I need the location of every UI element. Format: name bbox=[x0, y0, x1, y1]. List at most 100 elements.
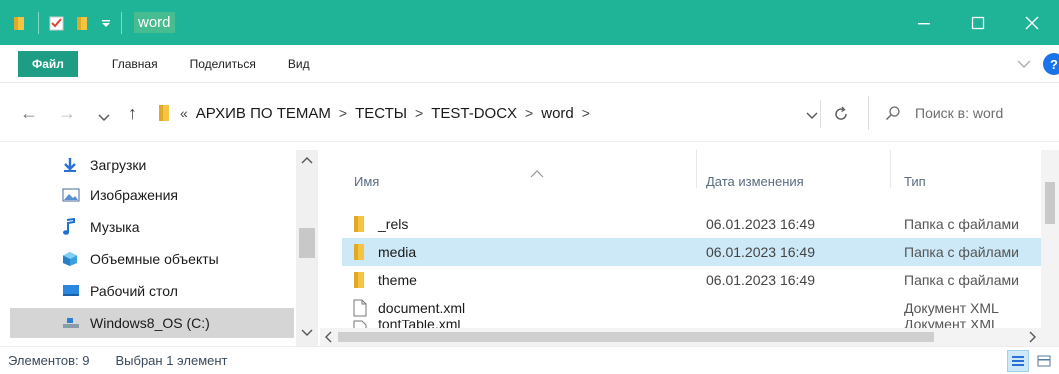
file-list-horizontal-scroll-thumb[interactable] bbox=[338, 332, 934, 342]
recent-locations-chevron-icon[interactable] bbox=[98, 106, 110, 127]
file-list-vertical-scrollbar[interactable] bbox=[1041, 150, 1059, 328]
file-date: 06.01.2023 16:49 bbox=[706, 244, 815, 260]
breadcrumb-chevron-icon[interactable]: > bbox=[415, 105, 423, 121]
view-toggle bbox=[1003, 350, 1055, 372]
file-type: Документ XML bbox=[904, 300, 999, 316]
nav-item-3d-objects[interactable]: Объемные объекты bbox=[62, 244, 219, 274]
nav-item-windows-drive[interactable]: Windows8_OS (C:) bbox=[10, 308, 294, 338]
3d-cube-icon bbox=[62, 251, 82, 267]
expand-ribbon-icon[interactable] bbox=[1017, 56, 1031, 72]
properties-checkbox-icon[interactable] bbox=[49, 15, 65, 31]
breadcrumb-chevron-icon[interactable]: > bbox=[582, 105, 590, 121]
address-folder-icon bbox=[158, 104, 172, 122]
address-bar[interactable]: « АРХИВ ПО ТЕМАМ > ТЕСТЫ > TEST-DOCX > w… bbox=[158, 96, 848, 130]
column-header-date[interactable]: Дата изменения bbox=[706, 174, 804, 189]
tab-home[interactable]: Главная bbox=[96, 45, 174, 83]
file-list-vertical-scroll-thumb[interactable] bbox=[1045, 182, 1055, 224]
file-row[interactable]: _rels 06.01.2023 16:49 Папка с файлами bbox=[342, 210, 1057, 238]
file-row[interactable]: document.xml Документ XML bbox=[342, 294, 1057, 322]
file-type: Папка с файлами bbox=[904, 216, 1019, 232]
large-icons-view-button[interactable] bbox=[1033, 350, 1055, 372]
file-row[interactable]: theme 06.01.2023 16:49 Папка с файлами bbox=[342, 266, 1057, 294]
scroll-down-icon[interactable] bbox=[296, 326, 318, 340]
new-folder-icon[interactable] bbox=[75, 15, 91, 31]
up-arrow-icon[interactable]: ↑ bbox=[128, 103, 137, 124]
file-row-partial[interactable]: fontTable.xml Документ XML bbox=[342, 320, 1057, 328]
help-icon[interactable]: ? bbox=[1043, 53, 1059, 75]
file-date: 06.01.2023 16:49 bbox=[706, 216, 815, 232]
file-name: media bbox=[378, 244, 417, 260]
file-type: Документ XML bbox=[904, 320, 999, 328]
document-icon bbox=[352, 299, 368, 320]
close-icon bbox=[1025, 16, 1039, 29]
breadcrumb-word[interactable]: word bbox=[541, 105, 574, 122]
toolbar-separator bbox=[121, 11, 122, 34]
column-divider[interactable] bbox=[890, 150, 891, 188]
drive-icon bbox=[62, 316, 82, 330]
search-input[interactable]: Поиск в: word bbox=[915, 105, 1003, 121]
file-name: fontTable.xml bbox=[378, 320, 461, 328]
search-box[interactable]: Поиск в: word bbox=[868, 96, 1059, 130]
music-note-icon bbox=[62, 218, 82, 236]
title-bar: word bbox=[0, 0, 1059, 45]
quick-access-toolbar: word bbox=[0, 0, 175, 45]
file-list-horizontal-scrollbar[interactable] bbox=[320, 328, 1059, 346]
status-item-count: Элементов: 9 bbox=[8, 353, 90, 368]
breadcrumb-test-docx[interactable]: TEST-DOCX bbox=[431, 105, 517, 122]
scroll-left-icon[interactable] bbox=[324, 331, 334, 343]
file-type: Папка с файлами bbox=[904, 244, 1019, 260]
status-bar: Элементов: 9 Выбран 1 элемент bbox=[0, 346, 1059, 374]
column-header-name[interactable]: Имя bbox=[354, 174, 379, 189]
nav-pane-scrollbar[interactable] bbox=[296, 150, 318, 346]
column-header-type[interactable]: Тип bbox=[904, 174, 926, 189]
column-divider[interactable] bbox=[696, 150, 697, 188]
breadcrumb-chevron-icon[interactable]: > bbox=[339, 105, 347, 121]
back-arrow-icon[interactable]: ← bbox=[20, 103, 38, 124]
scroll-right-icon[interactable] bbox=[1027, 331, 1037, 343]
folder-icon bbox=[352, 243, 368, 264]
file-name: _rels bbox=[378, 216, 409, 232]
forward-arrow-icon[interactable]: → bbox=[58, 103, 76, 124]
file-date: 06.01.2023 16:49 bbox=[706, 272, 815, 288]
file-name: document.xml bbox=[378, 300, 466, 316]
folder-icon bbox=[352, 215, 368, 236]
pictures-icon bbox=[62, 188, 82, 202]
scroll-up-icon[interactable] bbox=[296, 154, 318, 168]
ribbon-right-controls: ? bbox=[1017, 45, 1059, 83]
nav-pane-scroll-thumb[interactable] bbox=[299, 228, 315, 258]
file-list: Имя Дата изменения Тип _rels 06.01.2023 … bbox=[320, 150, 1059, 346]
minimize-icon bbox=[918, 22, 930, 24]
details-view-button[interactable] bbox=[1007, 350, 1029, 372]
document-icon bbox=[352, 320, 368, 328]
download-arrow-icon bbox=[62, 157, 82, 173]
customize-toolbar-icon[interactable] bbox=[101, 18, 111, 28]
minimize-button[interactable] bbox=[897, 0, 951, 45]
tab-share[interactable]: Поделиться bbox=[174, 45, 272, 83]
file-name: theme bbox=[378, 272, 417, 288]
tab-file[interactable]: Файл bbox=[18, 50, 78, 77]
maximize-button[interactable] bbox=[951, 0, 1005, 45]
toolbar-separator bbox=[38, 11, 39, 34]
nav-item-desktop[interactable]: Рабочий стол bbox=[62, 276, 178, 306]
file-type: Папка с файлами bbox=[904, 272, 1019, 288]
desktop-icon bbox=[62, 284, 82, 298]
breadcrumb-tests[interactable]: ТЕСТЫ bbox=[355, 105, 407, 122]
file-row-selected[interactable]: media 06.01.2023 16:49 Папка с файлами bbox=[342, 238, 1057, 266]
address-dropdown-icon[interactable] bbox=[806, 107, 818, 123]
folder-icon[interactable] bbox=[12, 15, 28, 31]
breadcrumb-chevron-icon[interactable]: > bbox=[525, 105, 533, 121]
nav-item-music[interactable]: Музыка bbox=[62, 212, 140, 242]
tab-view[interactable]: Вид bbox=[272, 45, 326, 83]
search-icon bbox=[885, 106, 900, 121]
nav-item-pictures[interactable]: Изображения bbox=[62, 180, 178, 210]
refresh-button[interactable] bbox=[820, 100, 860, 128]
refresh-icon bbox=[834, 106, 847, 120]
folder-icon bbox=[352, 271, 368, 292]
nav-item-downloads[interactable]: Загрузки bbox=[62, 150, 146, 180]
sort-ascending-icon bbox=[530, 170, 544, 178]
address-overflow[interactable]: « bbox=[180, 105, 188, 121]
breadcrumb-archive[interactable]: АРХИВ ПО ТЕМАМ bbox=[196, 105, 331, 122]
status-selection: Выбран 1 элемент bbox=[115, 353, 228, 368]
window-controls bbox=[897, 0, 1059, 45]
close-button[interactable] bbox=[1005, 0, 1059, 45]
